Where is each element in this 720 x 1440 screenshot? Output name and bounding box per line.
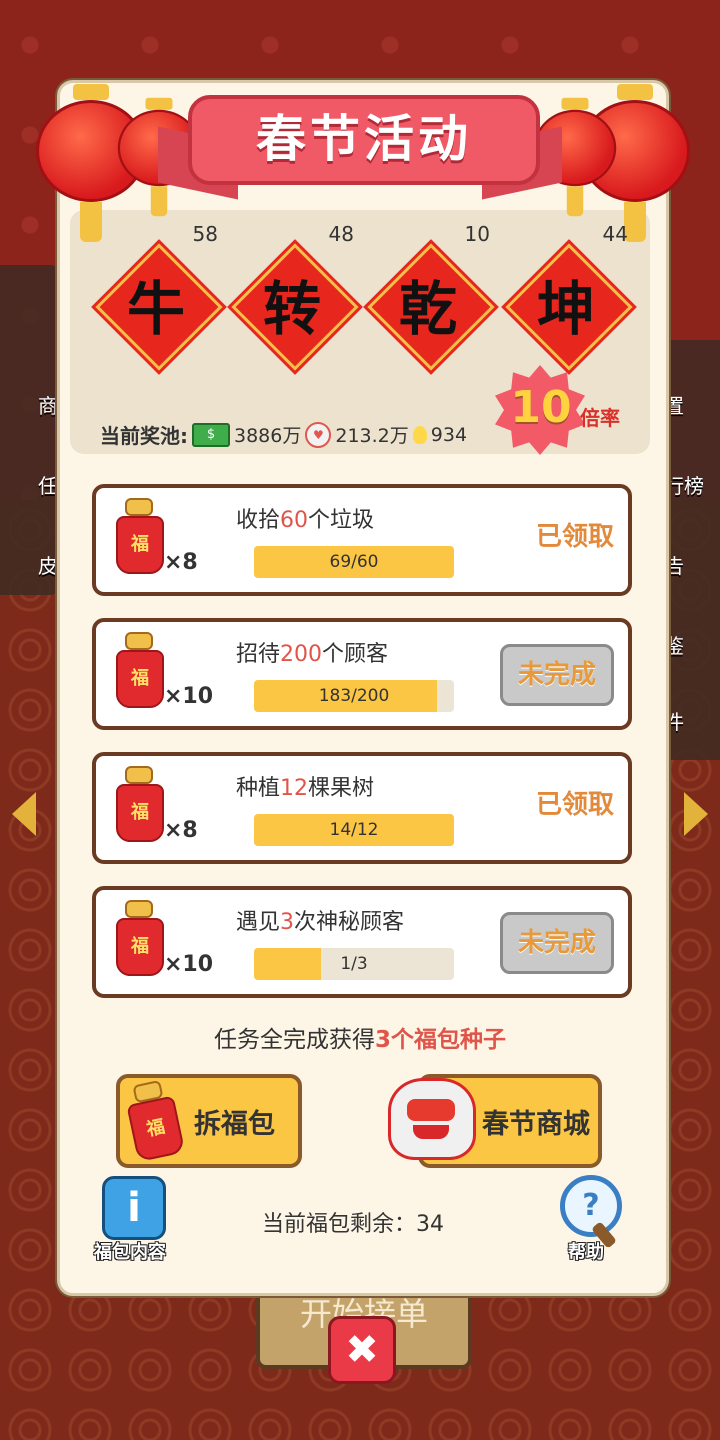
char-label: 牛 <box>126 275 185 343</box>
task-progress-bar: 183/200 <box>254 680 454 712</box>
left-arrow-icon <box>12 792 36 836</box>
multiplier-value: 10 <box>510 382 572 433</box>
char-count: 58 <box>192 222 218 246</box>
task-title: 种植12棵果树 <box>236 776 375 801</box>
title-ribbon: 春节活动 <box>158 95 562 200</box>
task-reward-count: ×10 <box>164 952 214 977</box>
bg-rank-label: 行榜 <box>664 474 704 498</box>
task-row: 福 ×8 种植12棵果树 14/12 已领取 <box>92 752 632 864</box>
task-claimed-label: 已领取 <box>535 790 614 820</box>
char-tile-niu[interactable]: 牛 58 <box>95 222 223 371</box>
remaining-bags: 当前福包剩余：34 <box>262 1212 444 1237</box>
bg-skin-label: 皮 <box>38 554 58 578</box>
spring-mall-label: 春节商城 <box>482 1109 590 1140</box>
lucky-bag-icon: 福 <box>116 766 164 842</box>
task-reward-count: ×10 <box>164 684 214 709</box>
task-reward-count: ×8 <box>164 818 198 843</box>
multiplier-label: 倍率 <box>580 406 620 430</box>
task-progress-bar: 69/60 <box>254 546 454 578</box>
bag-contents-button[interactable]: i <box>102 1176 166 1240</box>
help-button[interactable]: ? <box>560 1175 622 1237</box>
char-label: 坤 <box>536 275 595 343</box>
char-tile-qian[interactable]: 乾 10 <box>367 222 495 371</box>
char-label: 乾 <box>398 275 457 343</box>
char-count: 10 <box>464 222 490 246</box>
task-incomplete-button[interactable]: 未完成 <box>500 912 614 974</box>
lucky-bag-icon: 福 <box>116 900 164 976</box>
task-title: 收拾60个垃圾 <box>236 508 375 533</box>
lucky-bag-icon: 福 <box>116 632 164 708</box>
lucky-bag-icon: 福 <box>123 1078 186 1163</box>
lucky-bag-icon: 福 <box>116 498 164 574</box>
lion-dance-icon <box>388 1078 476 1160</box>
help-label: 帮助 <box>568 1242 604 1263</box>
pool-label: 当前奖池: <box>100 424 188 448</box>
page-title: 春节活动 <box>188 95 540 185</box>
open-bag-button[interactable]: 福 拆福包 <box>116 1074 302 1168</box>
task-reward-count: ×8 <box>164 550 198 575</box>
pool-hearts: 213.2万 <box>335 425 409 447</box>
close-button[interactable]: ✖ <box>328 1316 396 1384</box>
right-arrow-icon <box>684 792 708 836</box>
task-title: 遇见3次神秘顾客 <box>236 910 405 935</box>
task-row: 福 ×8 收拾60个垃圾 69/60 已领取 <box>92 484 632 596</box>
open-bag-label: 拆福包 <box>194 1109 275 1140</box>
bg-shop-label: 商 <box>38 394 58 418</box>
pool-bulbs: 934 <box>430 423 468 446</box>
task-row: 福 ×10 遇见3次神秘顾客 1/3 未完成 <box>92 886 632 998</box>
task-progress-bar: 14/12 <box>254 814 454 846</box>
task-row: 福 ×10 招待200个顾客 183/200 未完成 <box>92 618 632 730</box>
bulb-icon <box>412 425 427 444</box>
heart-icon: ♥ <box>305 421 332 448</box>
bg-task-label: 任 <box>38 474 58 498</box>
task-progress-bar: 1/3 <box>254 948 454 980</box>
task-claimed-label: 已领取 <box>535 522 614 552</box>
completion-reward-text: 任务全完成获得3个福包种子 <box>213 1027 506 1053</box>
char-tile-zhuan[interactable]: 转 48 <box>231 222 359 371</box>
char-count: 44 <box>602 222 628 246</box>
task-incomplete-button[interactable]: 未完成 <box>500 644 614 706</box>
prize-pool: 当前奖池: $ 3886万 ♥ 213.2万 934 <box>100 420 467 449</box>
char-count: 48 <box>328 222 354 246</box>
left-side-menu <box>0 265 60 595</box>
bag-contents-label: 福包内容 <box>94 1242 166 1263</box>
task-title: 招待200个顾客 <box>236 642 389 667</box>
char-label: 转 <box>262 275 321 343</box>
pool-cash: 3886万 <box>234 425 302 447</box>
cash-icon: $ <box>192 422 230 447</box>
char-tile-kun[interactable]: 坤 44 <box>505 222 633 371</box>
